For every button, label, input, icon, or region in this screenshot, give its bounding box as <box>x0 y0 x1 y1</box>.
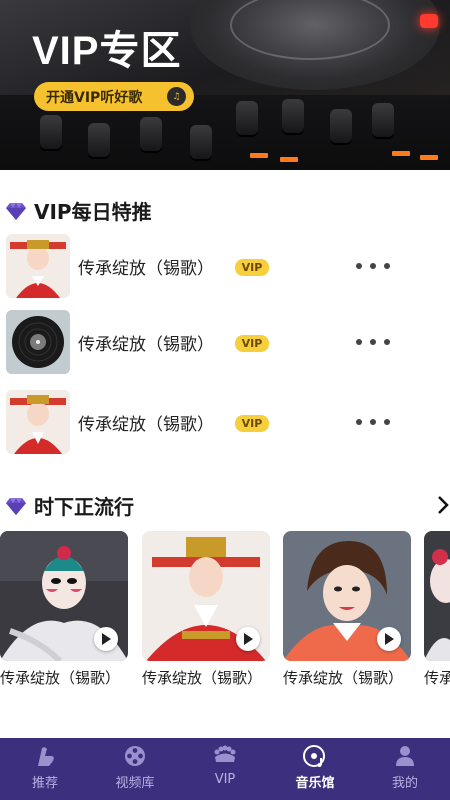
tab-vip[interactable]: VIP <box>180 738 270 800</box>
diamond-icon <box>6 497 26 515</box>
tab-label: VIP <box>214 772 236 787</box>
card-title: 传承绽放（锡歌） <box>0 669 121 687</box>
page-title: VIP专区 <box>32 29 182 73</box>
list-item[interactable]: 传承绽放（锡歌） VIP <box>0 234 450 300</box>
play-icon[interactable] <box>377 627 401 651</box>
trending-card[interactable]: 传承 <box>424 531 450 688</box>
chevron-right-icon[interactable] <box>436 494 450 516</box>
film-reel-icon <box>125 746 145 766</box>
more-options-button[interactable] <box>356 332 390 352</box>
trending-card[interactable]: 传承绽放（锡歌） <box>142 531 270 688</box>
trending-card[interactable]: 传承绽放（锡歌） <box>0 531 128 688</box>
tab-recommend[interactable]: 推荐 <box>0 738 90 800</box>
bottom-tab-bar: 推荐 视频库 VIP 音乐馆 我的 <box>0 738 450 800</box>
music-note-icon: ♫ <box>167 87 186 106</box>
tab-label: 推荐 <box>31 776 58 791</box>
song-title: 传承绽放（锡歌） <box>78 259 214 279</box>
music-disc-icon <box>303 745 325 767</box>
vip-daily-header: VIP每日特推 <box>4 196 152 225</box>
more-options-button[interactable] <box>356 412 390 432</box>
profile-icon <box>396 746 414 766</box>
card-thumbnail <box>424 531 450 661</box>
vip-badge: VIP <box>235 335 269 352</box>
song-title: 传承绽放（锡歌） <box>78 415 214 435</box>
crown-icon <box>214 745 236 762</box>
card-title: 传承 <box>424 669 450 687</box>
tab-profile[interactable]: 我的 <box>360 738 450 800</box>
card-title: 传承绽放（锡歌） <box>142 669 263 687</box>
play-icon[interactable] <box>94 627 118 651</box>
card-thumbnail <box>0 531 128 661</box>
tab-music-hall[interactable]: 音乐馆 <box>270 738 360 800</box>
diamond-icon <box>6 202 26 220</box>
open-vip-button[interactable]: 开通VIP听好歌 ♫ <box>34 82 194 111</box>
open-vip-label: 开通VIP听好歌 <box>46 89 143 106</box>
tab-label: 我的 <box>391 776 418 791</box>
trending-title: 时下正流行 <box>34 495 134 519</box>
more-options-button[interactable] <box>356 256 390 276</box>
tab-video-library[interactable]: 视频库 <box>90 738 180 800</box>
song-thumbnail <box>6 390 70 454</box>
list-item[interactable]: 传承绽放（锡歌） VIP <box>0 390 450 456</box>
list-item[interactable]: 传承绽放（锡歌） VIP <box>0 310 450 376</box>
play-icon[interactable] <box>236 627 260 651</box>
vip-daily-title: VIP每日特推 <box>34 200 152 224</box>
vip-badge: VIP <box>235 259 269 276</box>
vip-badge: VIP <box>235 415 269 432</box>
song-thumbnail <box>6 234 70 298</box>
card-thumbnail <box>142 531 270 661</box>
vip-banner: VIP专区 开通VIP听好歌 ♫ <box>0 0 450 170</box>
song-title: 传承绽放（锡歌） <box>78 335 214 355</box>
card-thumbnail <box>283 531 411 661</box>
card-title: 传承绽放（锡歌） <box>283 669 404 687</box>
recommend-icon <box>38 747 54 766</box>
trending-card[interactable]: 传承绽放（锡歌） <box>283 531 411 688</box>
trending-header: 时下正流行 <box>4 491 134 520</box>
tab-label: 音乐馆 <box>295 776 335 791</box>
song-thumbnail <box>6 310 70 374</box>
tab-label: 视频库 <box>115 776 155 791</box>
